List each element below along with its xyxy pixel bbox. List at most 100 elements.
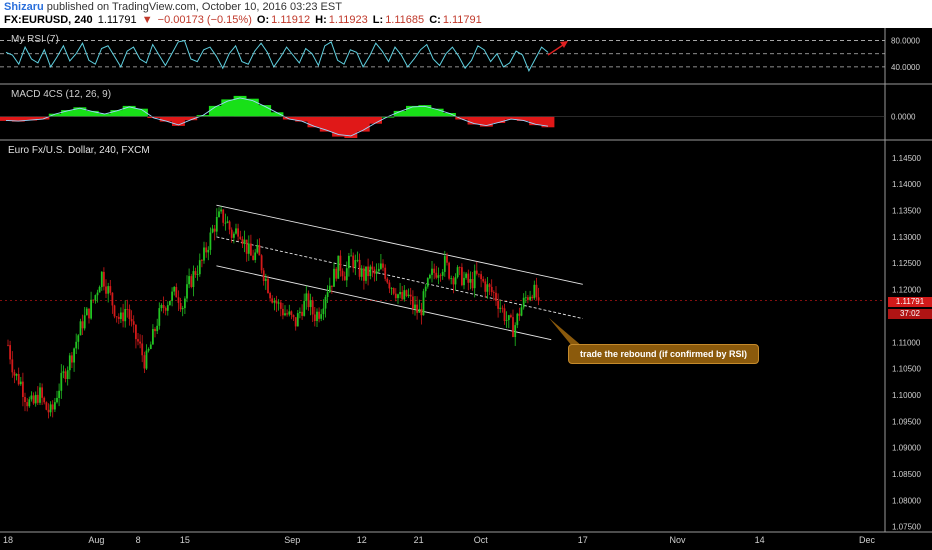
price-axis[interactable]: 1.14500 1.14000 1.13500 1.13000 1.12500 1.120… [892, 154, 921, 532]
candle-body [322, 308, 325, 315]
time-axis[interactable]: 18 Aug 8 15 Sep 12 21 Oct 17 Nov 14 Dec [3, 535, 876, 545]
candle-body [499, 307, 502, 309]
time-tick-label: 21 [414, 535, 424, 545]
candle-body [209, 232, 212, 250]
price-tick-label: 1.12500 [892, 259, 921, 268]
candle-body [520, 307, 523, 316]
drawings[interactable] [547, 41, 582, 346]
close-value: 1.11791 [442, 14, 482, 26]
candle-body [341, 270, 344, 277]
macd-histogram-bar [356, 116, 370, 132]
candle-body [17, 374, 20, 385]
candle-body [279, 302, 282, 309]
candle-body [335, 268, 338, 279]
candle-body [215, 217, 218, 232]
candle-body [397, 294, 399, 299]
candle-body [262, 270, 265, 281]
macd-histogram-bar [258, 105, 272, 117]
macd-label[interactable]: MACD 4CS (12, 26, 9) [11, 89, 111, 100]
candle-body [369, 266, 372, 276]
candle-body [141, 343, 144, 356]
candle-body [426, 278, 429, 287]
candle-body [211, 228, 214, 233]
candle-body [510, 315, 512, 318]
candle-body [222, 209, 225, 223]
candle-body [307, 293, 310, 308]
candle-body [36, 394, 39, 403]
price-tick-label: 1.09000 [892, 444, 921, 453]
candle-body [505, 320, 508, 321]
candle-body [431, 268, 433, 275]
candle-body [535, 284, 538, 298]
candle-body [71, 355, 73, 363]
candle-body [320, 314, 323, 319]
time-tick-label: Sep [284, 535, 300, 545]
macd-indicator[interactable]: 0.0000 [0, 95, 916, 138]
candle-body [233, 233, 235, 238]
candle-body [158, 308, 161, 326]
candle-body [258, 245, 261, 256]
candle-body [367, 266, 369, 277]
candle-body [75, 341, 78, 349]
candle-body [454, 277, 457, 285]
price-tick-label: 1.08500 [892, 470, 921, 479]
candle-body [96, 292, 99, 296]
macd-histogram-bar [406, 105, 419, 117]
candle-body [49, 404, 52, 413]
candle-body [467, 273, 470, 283]
candle-body [56, 397, 58, 403]
candle-body [507, 315, 510, 321]
price-tick-label: 1.14500 [892, 154, 921, 163]
candle-body [154, 329, 156, 332]
time-tick-label: 17 [578, 535, 588, 545]
candle-body [452, 278, 455, 285]
candle-body [478, 273, 480, 275]
author-name[interactable]: Shizaru [4, 1, 44, 13]
candle-body [524, 297, 527, 299]
candle-body [365, 266, 367, 281]
chart-canvas[interactable]: 80.0000 40.0000 0.0000 1.14500 1.14000 1.13… [0, 0, 932, 550]
rsi-indicator[interactable]: 80.0000 40.0000 [0, 37, 920, 72]
rsi-label[interactable]: My RSI (7) [11, 34, 59, 45]
candlestick-series[interactable] [7, 206, 540, 419]
candle-body [348, 255, 350, 269]
candle-body [34, 394, 37, 404]
candle-body [122, 312, 124, 322]
time-tick-label: Nov [670, 535, 687, 545]
candle-body [224, 222, 227, 224]
candle-body [382, 263, 384, 268]
macd-tick-label: 0.0000 [891, 113, 916, 122]
candle-body [399, 292, 401, 295]
price-pane-title[interactable]: Euro Fx/U.S. Dollar, 240, FXCM [8, 145, 150, 156]
candle-body [531, 296, 534, 299]
candle-body [371, 266, 374, 270]
candle-body [328, 285, 331, 293]
candle-body [179, 303, 182, 310]
candle-body [392, 288, 395, 294]
candle-body [418, 309, 421, 313]
candle-body [433, 268, 436, 273]
candle-body [105, 286, 107, 294]
candle-body [156, 325, 159, 332]
candle-body [480, 274, 482, 280]
candle-body [115, 316, 118, 318]
candle-body [152, 329, 154, 345]
price-tick-label: 1.14000 [892, 180, 921, 189]
candle-body [412, 296, 414, 309]
candle-body [175, 287, 178, 298]
candle-body [463, 277, 465, 286]
candle-body [190, 276, 193, 287]
trade-note-callout[interactable]: trade the rebound (if confirmed by RSI) [568, 344, 759, 364]
candle-body [458, 267, 461, 268]
candle-body [79, 321, 82, 336]
candle-body [394, 293, 397, 299]
candle-body [9, 345, 11, 360]
candle-body [377, 268, 380, 272]
candle-body [275, 300, 278, 304]
time-tick-label: Dec [859, 535, 876, 545]
price-tick-label: 1.08000 [892, 496, 921, 505]
macd-histogram-bar [245, 98, 259, 117]
candle-body [252, 255, 254, 260]
candle-body [228, 221, 231, 230]
candle-body [103, 271, 105, 287]
